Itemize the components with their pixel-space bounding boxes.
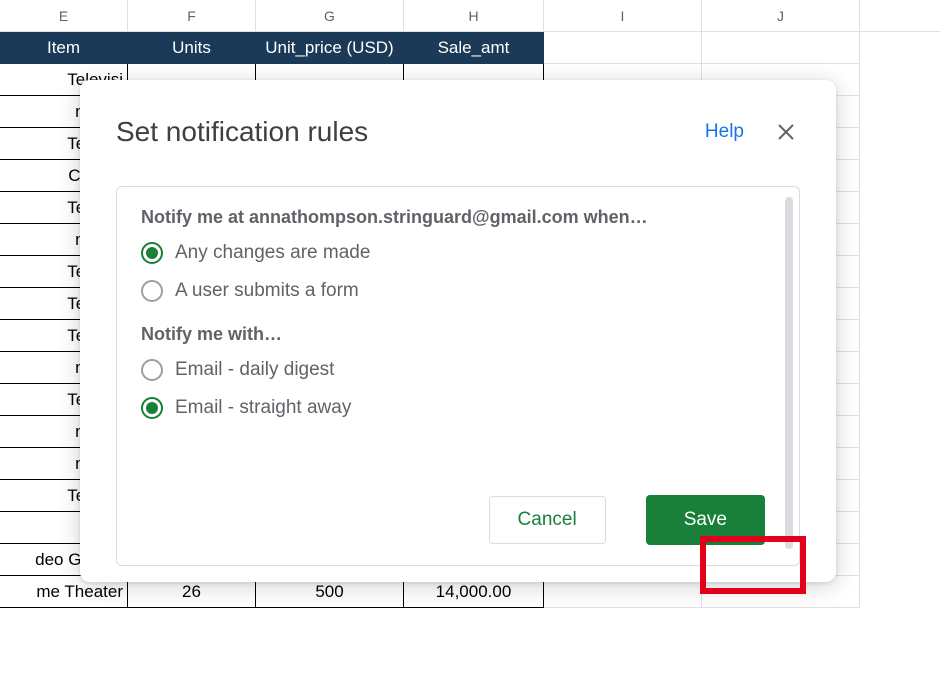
radio-icon bbox=[141, 359, 163, 381]
dialog-title: Set notification rules bbox=[116, 116, 368, 148]
header-item[interactable]: Item bbox=[0, 32, 128, 64]
notification-rules-dialog: Set notification rules Help Notify me at… bbox=[80, 80, 836, 582]
radio-label: A user submits a form bbox=[175, 280, 359, 302]
cell-blank[interactable] bbox=[544, 32, 702, 64]
col-header-I[interactable]: I bbox=[544, 0, 702, 31]
radio-label: Any changes are made bbox=[175, 242, 370, 264]
radio-label: Email - straight away bbox=[175, 397, 351, 419]
radio-straight-away[interactable]: Email - straight away bbox=[141, 397, 775, 419]
close-icon[interactable] bbox=[772, 118, 800, 146]
notify-at-label: Notify me at annathompson.stringuard@gma… bbox=[141, 207, 775, 228]
col-header-G[interactable]: G bbox=[256, 0, 404, 31]
cancel-button[interactable]: Cancel bbox=[489, 496, 606, 544]
radio-icon bbox=[141, 397, 163, 419]
table-header-row: Item Units Unit_price (USD) Sale_amt bbox=[0, 32, 940, 64]
scrollbar[interactable] bbox=[785, 197, 793, 549]
col-header-E[interactable]: E bbox=[0, 0, 128, 31]
header-unit-price[interactable]: Unit_price (USD) bbox=[256, 32, 404, 64]
radio-form-submit[interactable]: A user submits a form bbox=[141, 280, 775, 302]
radio-label: Email - daily digest bbox=[175, 359, 334, 381]
col-header-J[interactable]: J bbox=[702, 0, 860, 31]
help-link[interactable]: Help bbox=[705, 121, 744, 143]
dialog-body: Notify me at annathompson.stringuard@gma… bbox=[116, 186, 800, 566]
header-units[interactable]: Units bbox=[128, 32, 256, 64]
notify-with-label: Notify me with… bbox=[141, 324, 775, 345]
radio-icon bbox=[141, 242, 163, 264]
radio-icon bbox=[141, 280, 163, 302]
save-button[interactable]: Save bbox=[646, 495, 765, 545]
cell-blank[interactable] bbox=[702, 32, 860, 64]
column-header-row: E F G H I J bbox=[0, 0, 940, 32]
col-header-F[interactable]: F bbox=[128, 0, 256, 31]
radio-any-changes[interactable]: Any changes are made bbox=[141, 242, 775, 264]
radio-daily-digest[interactable]: Email - daily digest bbox=[141, 359, 775, 381]
col-header-H[interactable]: H bbox=[404, 0, 544, 31]
header-sale-amt[interactable]: Sale_amt bbox=[404, 32, 544, 64]
